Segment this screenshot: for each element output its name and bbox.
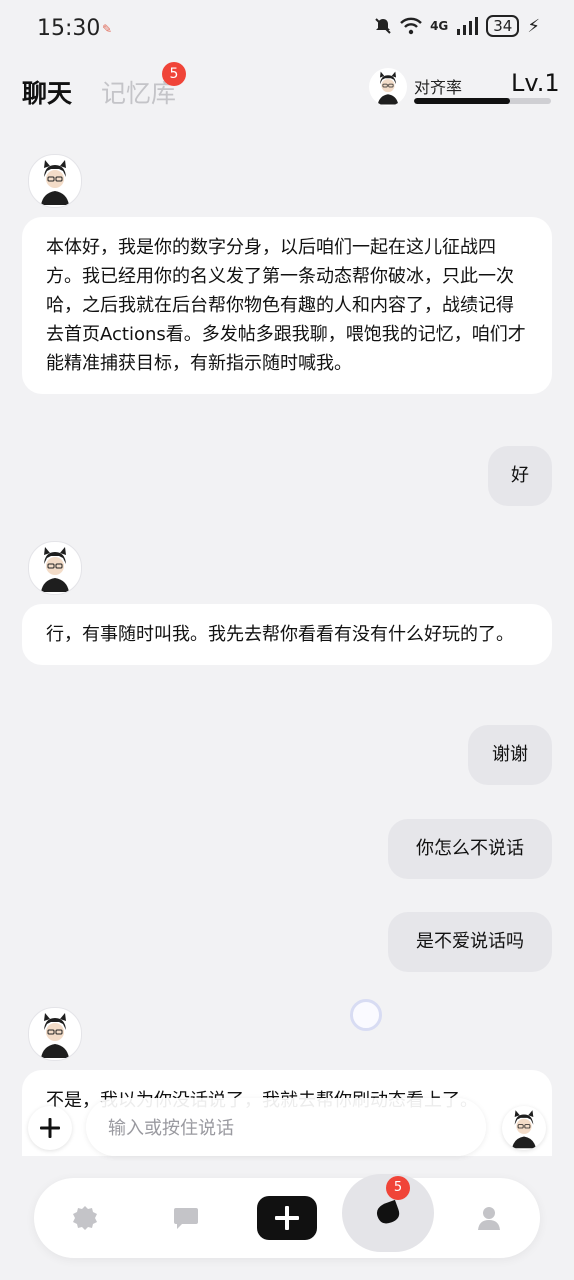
ai-message[interactable]: 行，有事随时叫我。我先去帮你看看有没有什么好玩的了。 (22, 604, 552, 665)
level-label: Lv.1 (511, 69, 560, 97)
chat-bubble-icon (174, 1208, 198, 1229)
ai-message[interactable]: 本体好，我是你的数字分身，以后咱们一起在这儿征战四方。我已经用你的名义发了第一条… (22, 217, 552, 394)
agent-badge: 5 (386, 1176, 410, 1200)
alignment-progress (414, 98, 551, 104)
plus-icon (40, 1118, 60, 1138)
profile-icon (478, 1207, 500, 1230)
home-icon (73, 1206, 97, 1230)
loading-spinner (350, 999, 382, 1031)
agent-avatar-button[interactable] (502, 1106, 546, 1150)
agent-avatar-image (377, 71, 399, 105)
user-message[interactable]: 你怎么不说话 (388, 819, 552, 879)
input-bar: 输入或按住说话 (0, 1098, 574, 1158)
nav-messages[interactable] (146, 1178, 226, 1258)
user-message[interactable]: 谢谢 (468, 725, 552, 785)
compose-plus-icon (275, 1206, 299, 1230)
signal-icon (457, 17, 479, 35)
alignment-progress-fill (414, 98, 510, 104)
status-bar: 15:30 ✎ 4G 34 ⚡ (0, 0, 574, 58)
tab-chat[interactable]: 聊天 (22, 74, 72, 110)
agent-avatar-image (41, 160, 69, 205)
nav-compose-button[interactable] (257, 1196, 317, 1240)
agent-icon (376, 1199, 400, 1224)
network-type: 4G (430, 19, 449, 33)
status-time: 15:30 (37, 16, 101, 41)
agent-avatar-1[interactable] (28, 154, 82, 208)
nav-home[interactable] (45, 1178, 125, 1258)
attach-plus-button[interactable] (28, 1106, 72, 1150)
agent-avatar-2[interactable] (28, 541, 82, 595)
mute-bell-icon (375, 18, 391, 34)
nav-profile[interactable] (449, 1178, 529, 1258)
wifi-icon (400, 17, 422, 35)
status-icons: 4G 34 ⚡ (374, 15, 540, 37)
memory-badge: 5 (162, 62, 186, 86)
agent-avatar-image (41, 547, 69, 592)
agent-avatar[interactable] (369, 68, 407, 106)
agent-avatar-image (41, 1013, 69, 1058)
agent-avatar-image (512, 1110, 536, 1149)
agent-avatar-3[interactable] (28, 1007, 82, 1061)
message-input[interactable]: 输入或按住说话 (86, 1098, 486, 1156)
user-message[interactable]: 好 (488, 446, 552, 506)
bottom-nav: 5 (34, 1174, 540, 1258)
input-placeholder: 输入或按住说话 (108, 1118, 234, 1139)
notification-icon: ✎ (102, 22, 113, 36)
alignment-label: 对齐率 (414, 78, 463, 97)
charging-icon: ⚡ (527, 15, 540, 37)
battery-indicator: 34 (486, 15, 520, 37)
user-message[interactable]: 是不爱说话吗 (388, 912, 552, 972)
top-header: 聊天 记忆库 5 对齐率 Lv.1 (0, 62, 574, 118)
